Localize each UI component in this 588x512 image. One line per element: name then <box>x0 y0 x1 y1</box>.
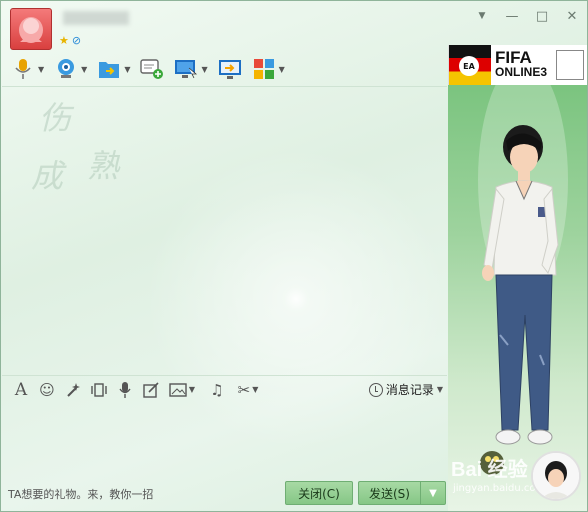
ad-badge <box>556 50 584 80</box>
voice-call-button[interactable]: ▼ <box>9 56 46 82</box>
qzone-icon[interactable]: ⊘ <box>72 35 81 47</box>
ad-title: FIFA ONLINE3 <box>491 48 556 80</box>
star-icon[interactable]: ★ <box>59 35 69 47</box>
message-history-button[interactable]: 消息记录 ▼ <box>368 381 443 398</box>
apps-grid-icon <box>252 57 276 81</box>
screenshot-scissors-icon[interactable]: ✂ ▼ <box>232 379 264 401</box>
close-button[interactable]: 关闭(C) <box>285 481 353 505</box>
contact-avatar[interactable] <box>10 8 52 50</box>
window-controls: ▼ — □ ✕ <box>475 9 579 24</box>
qq-show-character <box>478 85 568 475</box>
ea-sports-logo: EA <box>449 45 491 85</box>
minimize-icon[interactable]: — <box>505 9 519 24</box>
chevron-down-icon[interactable]: ▼ <box>189 385 195 394</box>
image-icon[interactable]: ▼ <box>166 379 198 401</box>
baidu-watermark: Bai 经验 <box>451 459 528 481</box>
message-history-area[interactable] <box>2 87 447 374</box>
fifa-online-ad[interactable]: EA FIFA ONLINE3 <box>448 45 587 85</box>
input-toolbar: A ☺ ▼ ♫ ✂ ▼ 消息记录 ▼ <box>2 375 447 403</box>
chat-toolbar: ▼ ▼ ▼ ▼ ▼ <box>9 55 287 83</box>
share-screen-button[interactable] <box>216 56 244 82</box>
message-history-label: 消息记录 <box>385 383 434 397</box>
ad-line-1: FIFA <box>495 48 532 67</box>
status-icons: ★ ⊘ <box>59 35 81 47</box>
remote-assist-button[interactable]: ▼ <box>172 56 209 82</box>
chevron-down-icon[interactable]: ▼ <box>38 65 44 74</box>
collapse-icon[interactable]: ▼ <box>475 9 489 24</box>
clock-icon <box>368 382 383 397</box>
close-icon[interactable]: ✕ <box>565 9 579 24</box>
maximize-icon[interactable]: □ <box>535 9 549 24</box>
tip-link[interactable]: TA想要的礼物。来，教你一招 <box>8 486 153 502</box>
chat-window: 伤 成 熟 ★ ⊘ ▼ — □ ✕ ▼ ▼ ▼ ▼ ▼ EA FIFA ONLI… <box>0 0 588 512</box>
emoji-icon[interactable]: ☺ <box>36 379 58 401</box>
send-file-button[interactable]: ▼ <box>95 56 132 82</box>
font-icon[interactable]: A <box>10 379 32 401</box>
monitor-cursor-icon <box>174 57 198 81</box>
chevron-down-icon[interactable]: ▼ <box>279 65 285 74</box>
chevron-down-icon[interactable]: ▼ <box>81 65 87 74</box>
chevron-down-icon[interactable]: ▼ <box>252 385 258 394</box>
bottom-bar: TA想要的礼物。来，教你一招 关闭(C) 发送(S) ▼ <box>2 477 447 511</box>
create-discussion-button[interactable] <box>138 56 166 82</box>
contact-name-blurred <box>63 11 129 25</box>
screen-share-icon <box>218 57 242 81</box>
message-input[interactable] <box>2 403 447 473</box>
send-button[interactable]: 发送(S) <box>358 481 420 505</box>
chevron-down-icon[interactable]: ▼ <box>124 65 130 74</box>
chevron-down-icon[interactable]: ▼ <box>437 385 443 394</box>
music-icon[interactable]: ♫ <box>206 379 228 401</box>
folder-arrow-icon <box>97 57 121 81</box>
shake-window-icon[interactable] <box>88 379 110 401</box>
ea-logo-text: EA <box>459 56 479 76</box>
baidu-watermark-url: jingyan.baidu.com <box>453 483 546 494</box>
voice-message-icon[interactable] <box>114 379 136 401</box>
edit-note-icon[interactable] <box>140 379 162 401</box>
webcam-icon <box>54 57 78 81</box>
video-call-button[interactable]: ▼ <box>52 56 89 82</box>
chat-add-icon <box>140 57 164 81</box>
chevron-down-icon[interactable]: ▼ <box>201 65 207 74</box>
app-center-button[interactable]: ▼ <box>250 56 287 82</box>
my-avatar[interactable] <box>531 451 581 501</box>
microphone-icon <box>11 57 35 81</box>
qq-show-panel[interactable] <box>448 85 587 511</box>
send-options-button[interactable]: ▼ <box>420 481 446 505</box>
magic-wand-icon[interactable] <box>62 379 84 401</box>
ad-line-2: ONLINE3 <box>495 65 548 79</box>
